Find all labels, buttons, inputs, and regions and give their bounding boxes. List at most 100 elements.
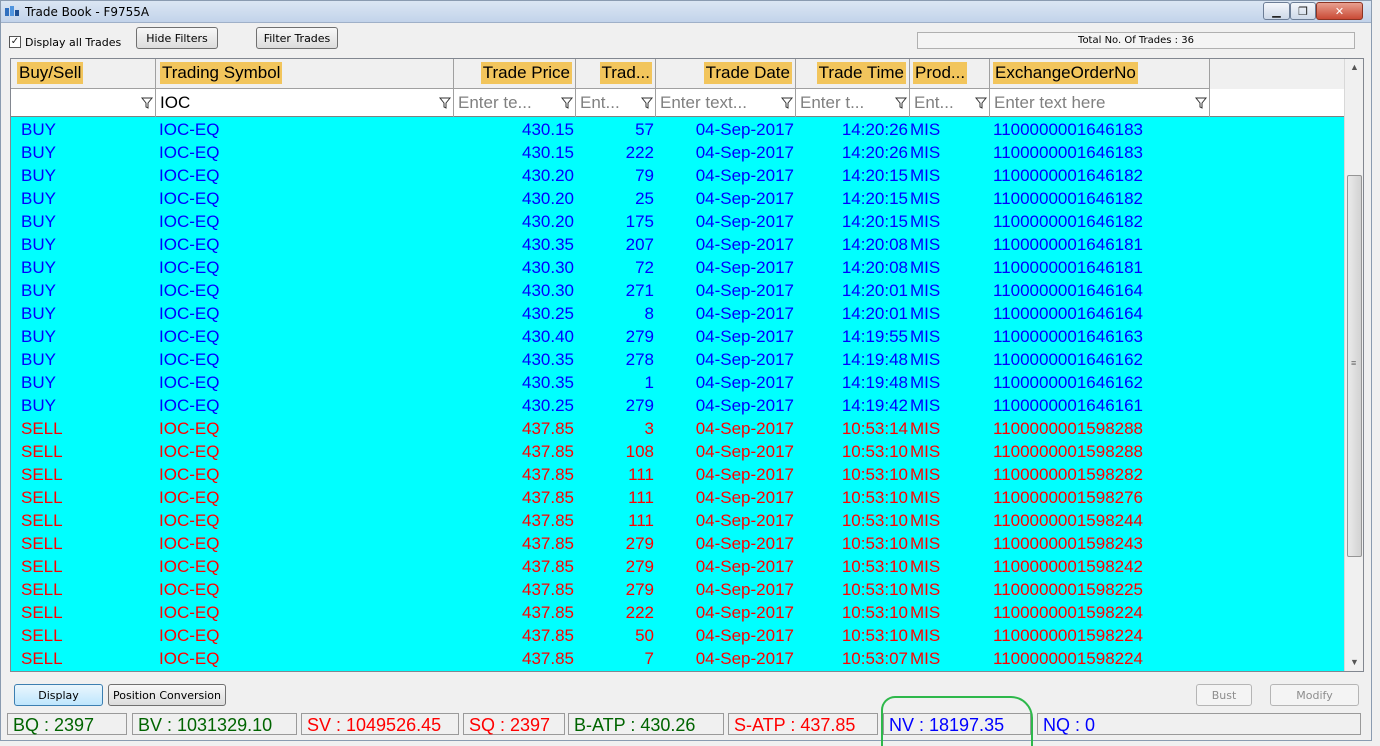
filter-trade-date[interactable]: Enter text... <box>656 89 796 117</box>
scroll-down-icon[interactable]: ▼ <box>1345 654 1363 671</box>
price-cell: 430.40 <box>522 327 574 346</box>
filter-product-input[interactable]: Ent... <box>914 93 954 113</box>
trade-book-window: Trade Book - F9755A ▁ ❐ ✕ ✓ Display all … <box>0 0 1372 746</box>
time-cell: 10:53:10 <box>841 511 908 530</box>
price-cell: 430.20 <box>522 189 574 208</box>
filter-trade-price[interactable]: Enter te... <box>454 89 576 117</box>
filter-price-input[interactable]: Enter te... <box>458 93 532 113</box>
price-cell: 437.85 <box>522 626 574 645</box>
table-row[interactable]: SELL IOC-EQ 437.85 3 04-Sep-2017 10:53:14 MIS 1… <box>11 417 1344 440</box>
date-cell: 04-Sep-2017 <box>695 143 794 162</box>
table-row[interactable]: BUY IOC-EQ 430.20 175 04-Sep-2017 14:20:15 MIS… <box>11 210 1344 233</box>
symbol-cell: IOC-EQ <box>159 189 220 208</box>
table-row[interactable]: SELL IOC-EQ 437.85 7 04-Sep-2017 10:53:07 MIS 1… <box>11 647 1344 670</box>
table-row[interactable]: SELL IOC-EQ 437.85 50 04-Sep-2017 10:53:10 MIS… <box>11 624 1344 647</box>
filter-trades-button[interactable]: Filter Trades <box>256 27 338 49</box>
header-trade-qty[interactable]: Trad... <box>576 59 656 89</box>
qty-cell: 175 <box>625 212 654 231</box>
maximize-button[interactable]: ❐ <box>1290 2 1316 20</box>
funnel-icon[interactable] <box>438 95 452 111</box>
filter-symbol-input[interactable]: IOC <box>160 93 190 113</box>
header-buy-sell[interactable]: Buy/Sell <box>11 59 156 89</box>
table-row[interactable]: BUY IOC-EQ 430.35 207 04-Sep-2017 14:20:08 MIS… <box>11 233 1344 256</box>
header-trade-price[interactable]: Trade Price <box>454 59 576 89</box>
table-row[interactable]: BUY IOC-EQ 430.35 278 04-Sep-2017 14:19:48 MIS… <box>11 348 1344 371</box>
filter-time-input[interactable]: Enter t... <box>800 93 864 113</box>
toolbar: ✓ Display all Trades Hide Filters Filter… <box>1 23 1371 57</box>
product-cell: MIS <box>910 396 941 415</box>
filter-qty-input[interactable]: Ent... <box>580 93 620 113</box>
symbol-cell: IOC-EQ <box>159 373 220 392</box>
filter-exchange-order-no[interactable]: Enter text here <box>990 89 1210 117</box>
position-conversion-button[interactable]: Position Conversion <box>108 684 226 706</box>
table-row[interactable]: BUY IOC-EQ 430.30 271 04-Sep-2017 14:20:01 MIS… <box>11 279 1344 302</box>
table-row[interactable]: SELL IOC-EQ 437.85 279 04-Sep-2017 10:53:10 MI… <box>11 532 1344 555</box>
filter-exch-input[interactable]: Enter text here <box>994 93 1106 113</box>
funnel-icon[interactable] <box>140 95 154 111</box>
funnel-icon[interactable] <box>780 95 794 111</box>
display-button[interactable]: Display <box>14 684 103 706</box>
table-row[interactable]: BUY IOC-EQ 430.35 1 04-Sep-2017 14:19:48 MIS 11… <box>11 371 1344 394</box>
table-row[interactable]: SELL IOC-EQ 437.85 111 04-Sep-2017 10:53:10 MI… <box>11 463 1344 486</box>
vertical-scrollbar[interactable]: ▲ ≡ ▼ <box>1344 59 1363 671</box>
scroll-up-icon[interactable]: ▲ <box>1345 59 1363 76</box>
exchange-order-cell: 1100000001646183 <box>993 143 1144 162</box>
table-row[interactable]: SELL IOC-EQ 437.85 111 04-Sep-2017 10:53:10 MI… <box>11 509 1344 532</box>
filter-buy-sell[interactable] <box>11 89 156 117</box>
date-cell: 04-Sep-2017 <box>695 166 794 185</box>
table-row[interactable]: BUY IOC-EQ 430.20 79 04-Sep-2017 14:20:15 MIS 1… <box>11 164 1344 187</box>
table-row[interactable]: SELL IOC-EQ 437.85 222 04-Sep-2017 10:53:10 MI… <box>11 601 1344 624</box>
qty-cell: 111 <box>628 488 654 507</box>
table-row[interactable]: BUY IOC-EQ 430.40 279 04-Sep-2017 14:19:55 MIS… <box>11 325 1344 348</box>
funnel-icon[interactable] <box>974 95 988 111</box>
table-row[interactable]: BUY IOC-EQ 430.20 25 04-Sep-2017 14:20:15 MIS 1… <box>11 187 1344 210</box>
exchange-order-cell: 1100000001598242 <box>993 557 1144 576</box>
time-cell: 10:53:10 <box>841 534 908 553</box>
filter-trading-symbol[interactable]: IOC <box>156 89 454 117</box>
bust-button[interactable]: Bust <box>1196 684 1252 706</box>
product-cell: MIS <box>910 419 941 438</box>
table-row[interactable]: BUY IOC-EQ 430.25 8 04-Sep-2017 14:20:01 MIS 11… <box>11 302 1344 325</box>
hide-filters-button[interactable]: Hide Filters <box>136 27 218 49</box>
price-cell: 430.20 <box>522 166 574 185</box>
filter-product[interactable]: Ent... <box>910 89 990 117</box>
display-all-trades-checkbox[interactable]: ✓ <box>9 36 21 48</box>
symbol-cell: IOC-EQ <box>159 603 220 622</box>
close-button[interactable]: ✕ <box>1316 2 1363 20</box>
title-bar[interactable]: Trade Book - F9755A ▁ ❐ ✕ <box>1 1 1371 23</box>
table-row[interactable]: BUY IOC-EQ 430.15 57 04-Sep-2017 14:20:26 MIS 1… <box>11 118 1344 141</box>
symbol-cell: IOC-EQ <box>159 626 220 645</box>
symbol-cell: IOC-EQ <box>159 557 220 576</box>
header-trade-time[interactable]: Trade Time <box>796 59 910 89</box>
price-cell: 430.30 <box>522 258 574 277</box>
annotation-circle <box>881 696 1033 746</box>
display-all-trades-label[interactable]: Display all Trades <box>25 36 121 49</box>
table-row[interactable]: SELL IOC-EQ 437.85 108 04-Sep-2017 10:53:10 MI… <box>11 440 1344 463</box>
scroll-thumb[interactable]: ≡ <box>1347 175 1362 557</box>
header-trade-date[interactable]: Trade Date <box>656 59 796 89</box>
funnel-icon[interactable] <box>560 95 574 111</box>
buy-sell-cell: BUY <box>21 212 56 231</box>
trades-grid[interactable]: Buy/Sell Trading Symbol Trade Price Trad… <box>10 58 1364 672</box>
header-product[interactable]: Prod... <box>910 59 990 89</box>
price-cell: 437.85 <box>522 603 574 622</box>
modify-button[interactable]: Modify <box>1270 684 1359 706</box>
price-cell: 437.85 <box>522 557 574 576</box>
funnel-icon[interactable] <box>640 95 654 111</box>
filter-trade-qty[interactable]: Ent... <box>576 89 656 117</box>
table-row[interactable]: BUY IOC-EQ 430.30 72 04-Sep-2017 14:20:08 MIS 1… <box>11 256 1344 279</box>
funnel-icon[interactable] <box>1194 95 1208 111</box>
minimize-button[interactable]: ▁ <box>1263 2 1290 20</box>
header-label: Trade Price <box>480 62 572 84</box>
filter-date-input[interactable]: Enter text... <box>660 93 747 113</box>
header-trading-symbol[interactable]: Trading Symbol <box>156 59 454 89</box>
table-row[interactable]: SELL IOC-EQ 437.85 279 04-Sep-2017 10:53:10 MI… <box>11 578 1344 601</box>
filter-trade-time[interactable]: Enter t... <box>796 89 910 117</box>
funnel-icon[interactable] <box>894 95 908 111</box>
table-row[interactable]: SELL IOC-EQ 437.85 279 04-Sep-2017 10:53:10 MI… <box>11 555 1344 578</box>
header-exchange-order-no[interactable]: ExchangeOrderNo <box>990 59 1210 89</box>
table-row[interactable]: BUY IOC-EQ 430.25 279 04-Sep-2017 14:19:42 MIS… <box>11 394 1344 417</box>
table-row[interactable]: SELL IOC-EQ 437.85 111 04-Sep-2017 10:53:10 MI… <box>11 486 1344 509</box>
buy-sell-cell: SELL <box>21 442 63 461</box>
table-row[interactable]: BUY IOC-EQ 430.15 222 04-Sep-2017 14:20:26 MIS… <box>11 141 1344 164</box>
